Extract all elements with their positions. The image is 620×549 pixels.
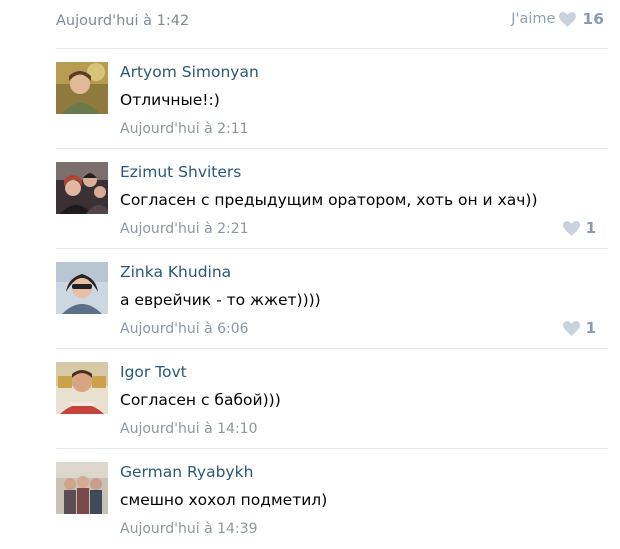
heart-icon[interactable] xyxy=(559,11,577,27)
comment-like-count: 1 xyxy=(585,319,596,337)
comment-like-button[interactable]: 1 xyxy=(562,319,596,337)
comment-time[interactable]: Aujourd'hui à 6:06 xyxy=(120,321,249,337)
avatar[interactable] xyxy=(56,162,108,214)
comment-text: Согласен с бабой))) xyxy=(120,391,281,409)
comment: Artyom Simonyan Отличные!:) Aujourd'hui … xyxy=(0,49,620,149)
comment: Ezimut Shviters Согласен с предыдущим ор… xyxy=(0,149,620,249)
heart-icon[interactable] xyxy=(562,320,580,336)
comment: Igor Tovt Согласен с бабой))) Aujourd'hu… xyxy=(0,349,620,449)
like-label[interactable]: J'aime xyxy=(511,11,555,27)
comment-time[interactable]: Aujourd'hui à 2:11 xyxy=(120,121,249,137)
comment: German Ryabykh смешно хохол подметил) Au… xyxy=(0,449,620,549)
comment-text: Согласен с предыдущим оратором, хоть он … xyxy=(120,191,538,209)
avatar[interactable] xyxy=(56,262,108,314)
heart-icon[interactable] xyxy=(562,220,580,236)
comment-text: Отличные!:) xyxy=(120,91,220,109)
comment-time[interactable]: Aujourd'hui à 2:21 xyxy=(120,221,249,237)
avatar[interactable] xyxy=(56,62,108,114)
post-like-button[interactable]: J'aime 16 xyxy=(511,10,604,28)
comment-like-button[interactable]: 1 xyxy=(562,219,596,237)
comment-author[interactable]: Igor Tovt xyxy=(120,363,187,381)
comment-author[interactable]: Artyom Simonyan xyxy=(120,63,259,81)
comment: Zinka Khudina а еврейчик - то жжет)))) A… xyxy=(0,249,620,349)
post-meta: Aujourd'hui à 1:42 J'aime 16 xyxy=(56,10,604,34)
comment-time[interactable]: Aujourd'hui à 14:39 xyxy=(120,521,257,537)
comment-time[interactable]: Aujourd'hui à 14:10 xyxy=(120,421,257,437)
comment-list: Artyom Simonyan Отличные!:) Aujourd'hui … xyxy=(0,49,620,549)
comment-author[interactable]: Zinka Khudina xyxy=(120,263,231,281)
comment-author[interactable]: Ezimut Shviters xyxy=(120,163,241,181)
comment-text: смешно хохол подметил) xyxy=(120,491,328,509)
post-date[interactable]: Aujourd'hui à 1:42 xyxy=(56,13,189,29)
comment-like-count: 1 xyxy=(585,219,596,237)
avatar[interactable] xyxy=(56,362,108,414)
comment-text: а еврейчик - то жжет)))) xyxy=(120,291,321,309)
comment-author[interactable]: German Ryabykh xyxy=(120,463,253,481)
like-count: 16 xyxy=(582,10,604,28)
avatar[interactable] xyxy=(56,462,108,514)
